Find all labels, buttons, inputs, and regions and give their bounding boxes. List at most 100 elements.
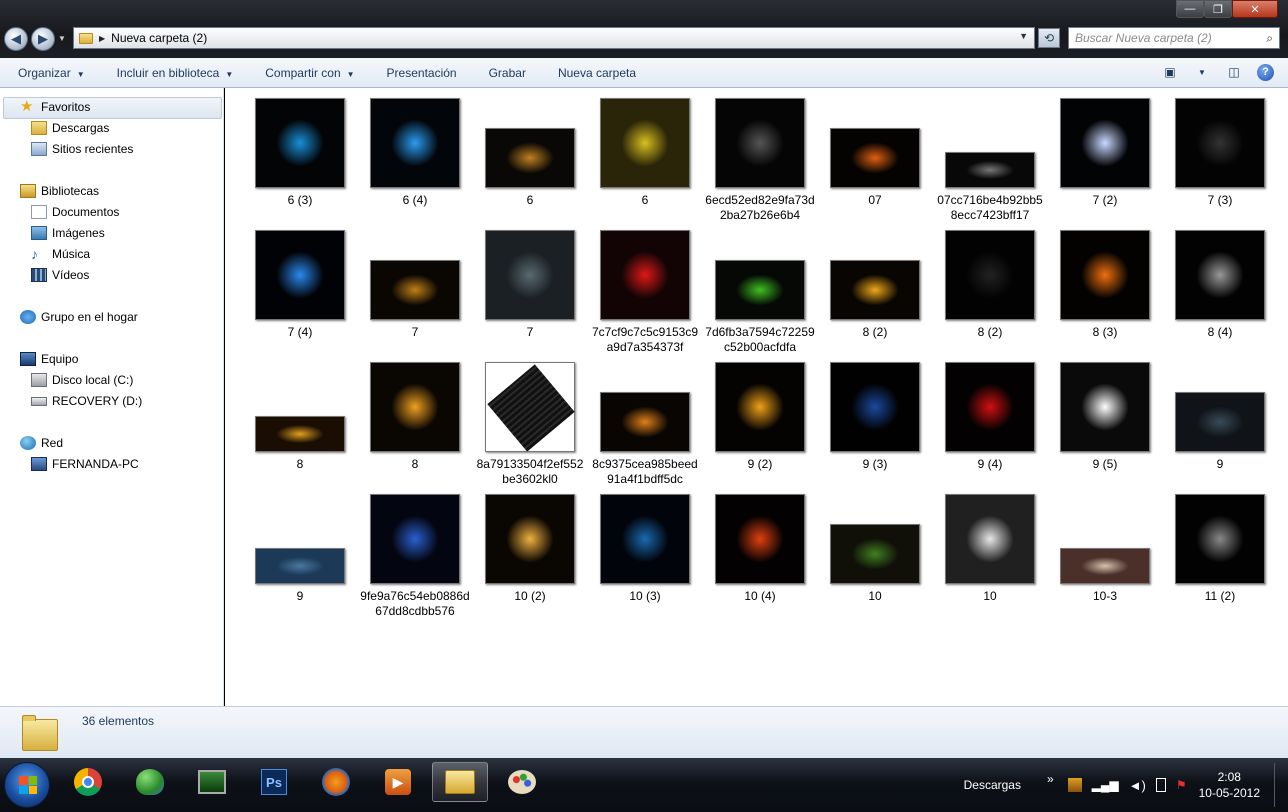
share-with-button[interactable]: Compartir con ▼ bbox=[247, 66, 368, 80]
show-desktop-button[interactable] bbox=[1274, 763, 1288, 807]
help-icon[interactable]: ? bbox=[1257, 63, 1274, 81]
refresh-button[interactable]: ⟲ bbox=[1038, 28, 1060, 48]
file-item[interactable]: 6ecd52ed82e9fa73d2ba27b26e6b4 bbox=[705, 98, 815, 223]
sidebar-item-downloads[interactable]: Descargas bbox=[31, 121, 109, 135]
avast-taskbar-button[interactable] bbox=[308, 762, 364, 802]
close-button[interactable]: ✕ bbox=[1232, 0, 1278, 18]
sidebar-item-favorites[interactable]: ★ Favoritos bbox=[20, 99, 90, 114]
file-item[interactable]: 9 bbox=[245, 494, 355, 619]
burn-button[interactable]: Grabar bbox=[471, 66, 540, 80]
file-item[interactable]: 11 (2) bbox=[1165, 494, 1275, 619]
new-folder-button[interactable]: Nueva carpeta bbox=[540, 66, 650, 80]
sidebar-item-computer[interactable]: Equipo bbox=[20, 352, 78, 366]
file-item[interactable]: 07cc716be4b92bb58ecc7423bff17 bbox=[935, 98, 1045, 223]
file-thumbnail bbox=[370, 98, 460, 188]
maximize-button[interactable]: ❐ bbox=[1204, 0, 1232, 18]
sidebar-item-network[interactable]: Red bbox=[20, 436, 63, 450]
file-item[interactable]: 9 (5) bbox=[1050, 362, 1160, 487]
file-item[interactable]: 8 bbox=[245, 362, 355, 487]
file-name: 10 bbox=[983, 589, 997, 603]
sidebar-item-recent-places[interactable]: Sitios recientes bbox=[31, 142, 133, 156]
sidebar-label: Descargas bbox=[52, 121, 110, 135]
file-item[interactable]: 8c9375cea985beed91a4f1bdff5dc bbox=[590, 362, 700, 487]
file-item[interactable]: 9fe9a76c54eb0886d67dd8cdbb576 bbox=[360, 494, 470, 619]
file-item[interactable]: 7d6fb3a7594c72259c52b00acfdfa bbox=[705, 230, 815, 355]
sidebar-item-documents[interactable]: Documentos bbox=[31, 205, 119, 219]
file-item[interactable]: 7 bbox=[360, 230, 470, 355]
search-input[interactable]: Buscar Nueva carpeta (2) ⌕ bbox=[1068, 27, 1280, 49]
sidebar-item-images[interactable]: Imágenes bbox=[31, 226, 105, 240]
sidebar-item-homegroup[interactable]: Grupo en el hogar bbox=[20, 310, 138, 324]
clock[interactable]: 2:08 10-05-2012 bbox=[1199, 769, 1260, 801]
chrome-taskbar-button[interactable] bbox=[60, 762, 116, 802]
file-item[interactable]: 6 bbox=[475, 98, 585, 223]
file-name: 6 bbox=[641, 193, 649, 207]
photoshop-taskbar-button[interactable]: Ps bbox=[246, 762, 302, 802]
file-name: 8 bbox=[296, 457, 304, 471]
file-item[interactable]: 10-3 bbox=[1050, 494, 1160, 619]
file-item[interactable]: 7c7cf9c7c5c9153c9a9d7a354373f bbox=[590, 230, 700, 355]
paint-taskbar-button[interactable] bbox=[494, 762, 550, 802]
file-item[interactable]: 7 (4) bbox=[245, 230, 355, 355]
change-view-icon[interactable]: ▣ bbox=[1161, 63, 1179, 81]
folder-icon bbox=[20, 713, 60, 753]
view-options-dropdown-icon[interactable]: ▼ bbox=[1193, 63, 1211, 81]
task-manager-taskbar-button[interactable] bbox=[184, 762, 240, 802]
refresh-icon: ⟲ bbox=[1043, 31, 1055, 45]
address-dropdown-icon[interactable]: ▼ bbox=[1019, 31, 1028, 41]
file-item[interactable]: 10 (3) bbox=[590, 494, 700, 619]
file-item[interactable]: 8 (3) bbox=[1050, 230, 1160, 355]
organize-button[interactable]: Organizar ▼ bbox=[0, 66, 99, 80]
sidebar-item-local-disk[interactable]: Disco local (C:) bbox=[31, 373, 133, 387]
sidebar-item-music[interactable]: ♪ Música bbox=[31, 247, 90, 261]
back-button[interactable]: ◀ bbox=[4, 27, 28, 51]
slideshow-button[interactable]: Presentación bbox=[369, 66, 471, 80]
downloads-toolbar-label[interactable]: Descargas bbox=[964, 778, 1021, 792]
file-item[interactable]: 9 (4) bbox=[935, 362, 1045, 487]
file-item[interactable]: 8 (2) bbox=[935, 230, 1045, 355]
action-center-icon[interactable]: ⚑ bbox=[1176, 778, 1187, 792]
file-item[interactable]: 6 bbox=[590, 98, 700, 223]
media-player-taskbar-button[interactable]: ▶ bbox=[370, 762, 426, 802]
file-item[interactable]: 7 bbox=[475, 230, 585, 355]
sidebar-item-pc[interactable]: FERNANDA-PC bbox=[31, 457, 139, 471]
file-item[interactable]: 9 (2) bbox=[705, 362, 815, 487]
taskbar: Ps ▶ Descargas » ▂▄▆ ◄) ⚑ 2:08 10-05-201… bbox=[0, 758, 1288, 812]
volume-icon[interactable]: ◄) bbox=[1129, 778, 1146, 793]
sidebar-item-videos[interactable]: Vídeos bbox=[31, 268, 89, 282]
file-item[interactable]: 10 bbox=[935, 494, 1045, 619]
file-item[interactable]: 9 (3) bbox=[820, 362, 930, 487]
minimize-button[interactable]: — bbox=[1176, 0, 1204, 18]
file-item[interactable]: 6 (3) bbox=[245, 98, 355, 223]
file-item[interactable]: 8 bbox=[360, 362, 470, 487]
preview-pane-icon[interactable]: ◫ bbox=[1225, 63, 1243, 81]
address-bar[interactable]: ▶ Nueva carpeta (2) ▼ bbox=[73, 27, 1035, 49]
file-item[interactable]: 8 (4) bbox=[1165, 230, 1275, 355]
forward-button[interactable]: ▶ bbox=[31, 27, 55, 51]
file-item[interactable]: 8a79133504f2ef552be3602kl0 bbox=[475, 362, 585, 487]
file-item[interactable]: 7 (2) bbox=[1050, 98, 1160, 223]
power-icon[interactable] bbox=[1155, 778, 1166, 792]
file-item[interactable]: 6 (4) bbox=[360, 98, 470, 223]
include-in-library-button[interactable]: Incluir en biblioteca ▼ bbox=[99, 66, 248, 80]
file-item[interactable]: 9 bbox=[1165, 362, 1275, 487]
avast-icon bbox=[322, 768, 350, 796]
breadcrumb-current-folder[interactable]: Nueva carpeta (2) bbox=[111, 31, 207, 45]
explorer-taskbar-button[interactable] bbox=[432, 762, 488, 802]
tray-chevron-icon[interactable]: » bbox=[1047, 772, 1054, 786]
breadcrumb-arrow-icon[interactable]: ▶ bbox=[99, 34, 105, 43]
sidebar-label: Red bbox=[41, 436, 64, 450]
sidebar-item-recovery[interactable]: RECOVERY (D:) bbox=[31, 394, 142, 408]
signal-icon[interactable]: ▂▄▆ bbox=[1092, 778, 1119, 792]
recent-pages-dropdown[interactable]: ▼ bbox=[58, 34, 66, 43]
file-item[interactable]: 10 (2) bbox=[475, 494, 585, 619]
file-item[interactable]: 10 bbox=[820, 494, 930, 619]
file-item[interactable]: 07 bbox=[820, 98, 930, 223]
messenger-taskbar-button[interactable] bbox=[122, 762, 178, 802]
start-button[interactable] bbox=[4, 762, 50, 808]
file-item[interactable]: 10 (4) bbox=[705, 494, 815, 619]
file-item[interactable]: 7 (3) bbox=[1165, 98, 1275, 223]
file-item[interactable]: 8 (2) bbox=[820, 230, 930, 355]
tray-app-icon[interactable] bbox=[1067, 778, 1082, 792]
sidebar-item-libraries[interactable]: Bibliotecas bbox=[20, 184, 99, 198]
